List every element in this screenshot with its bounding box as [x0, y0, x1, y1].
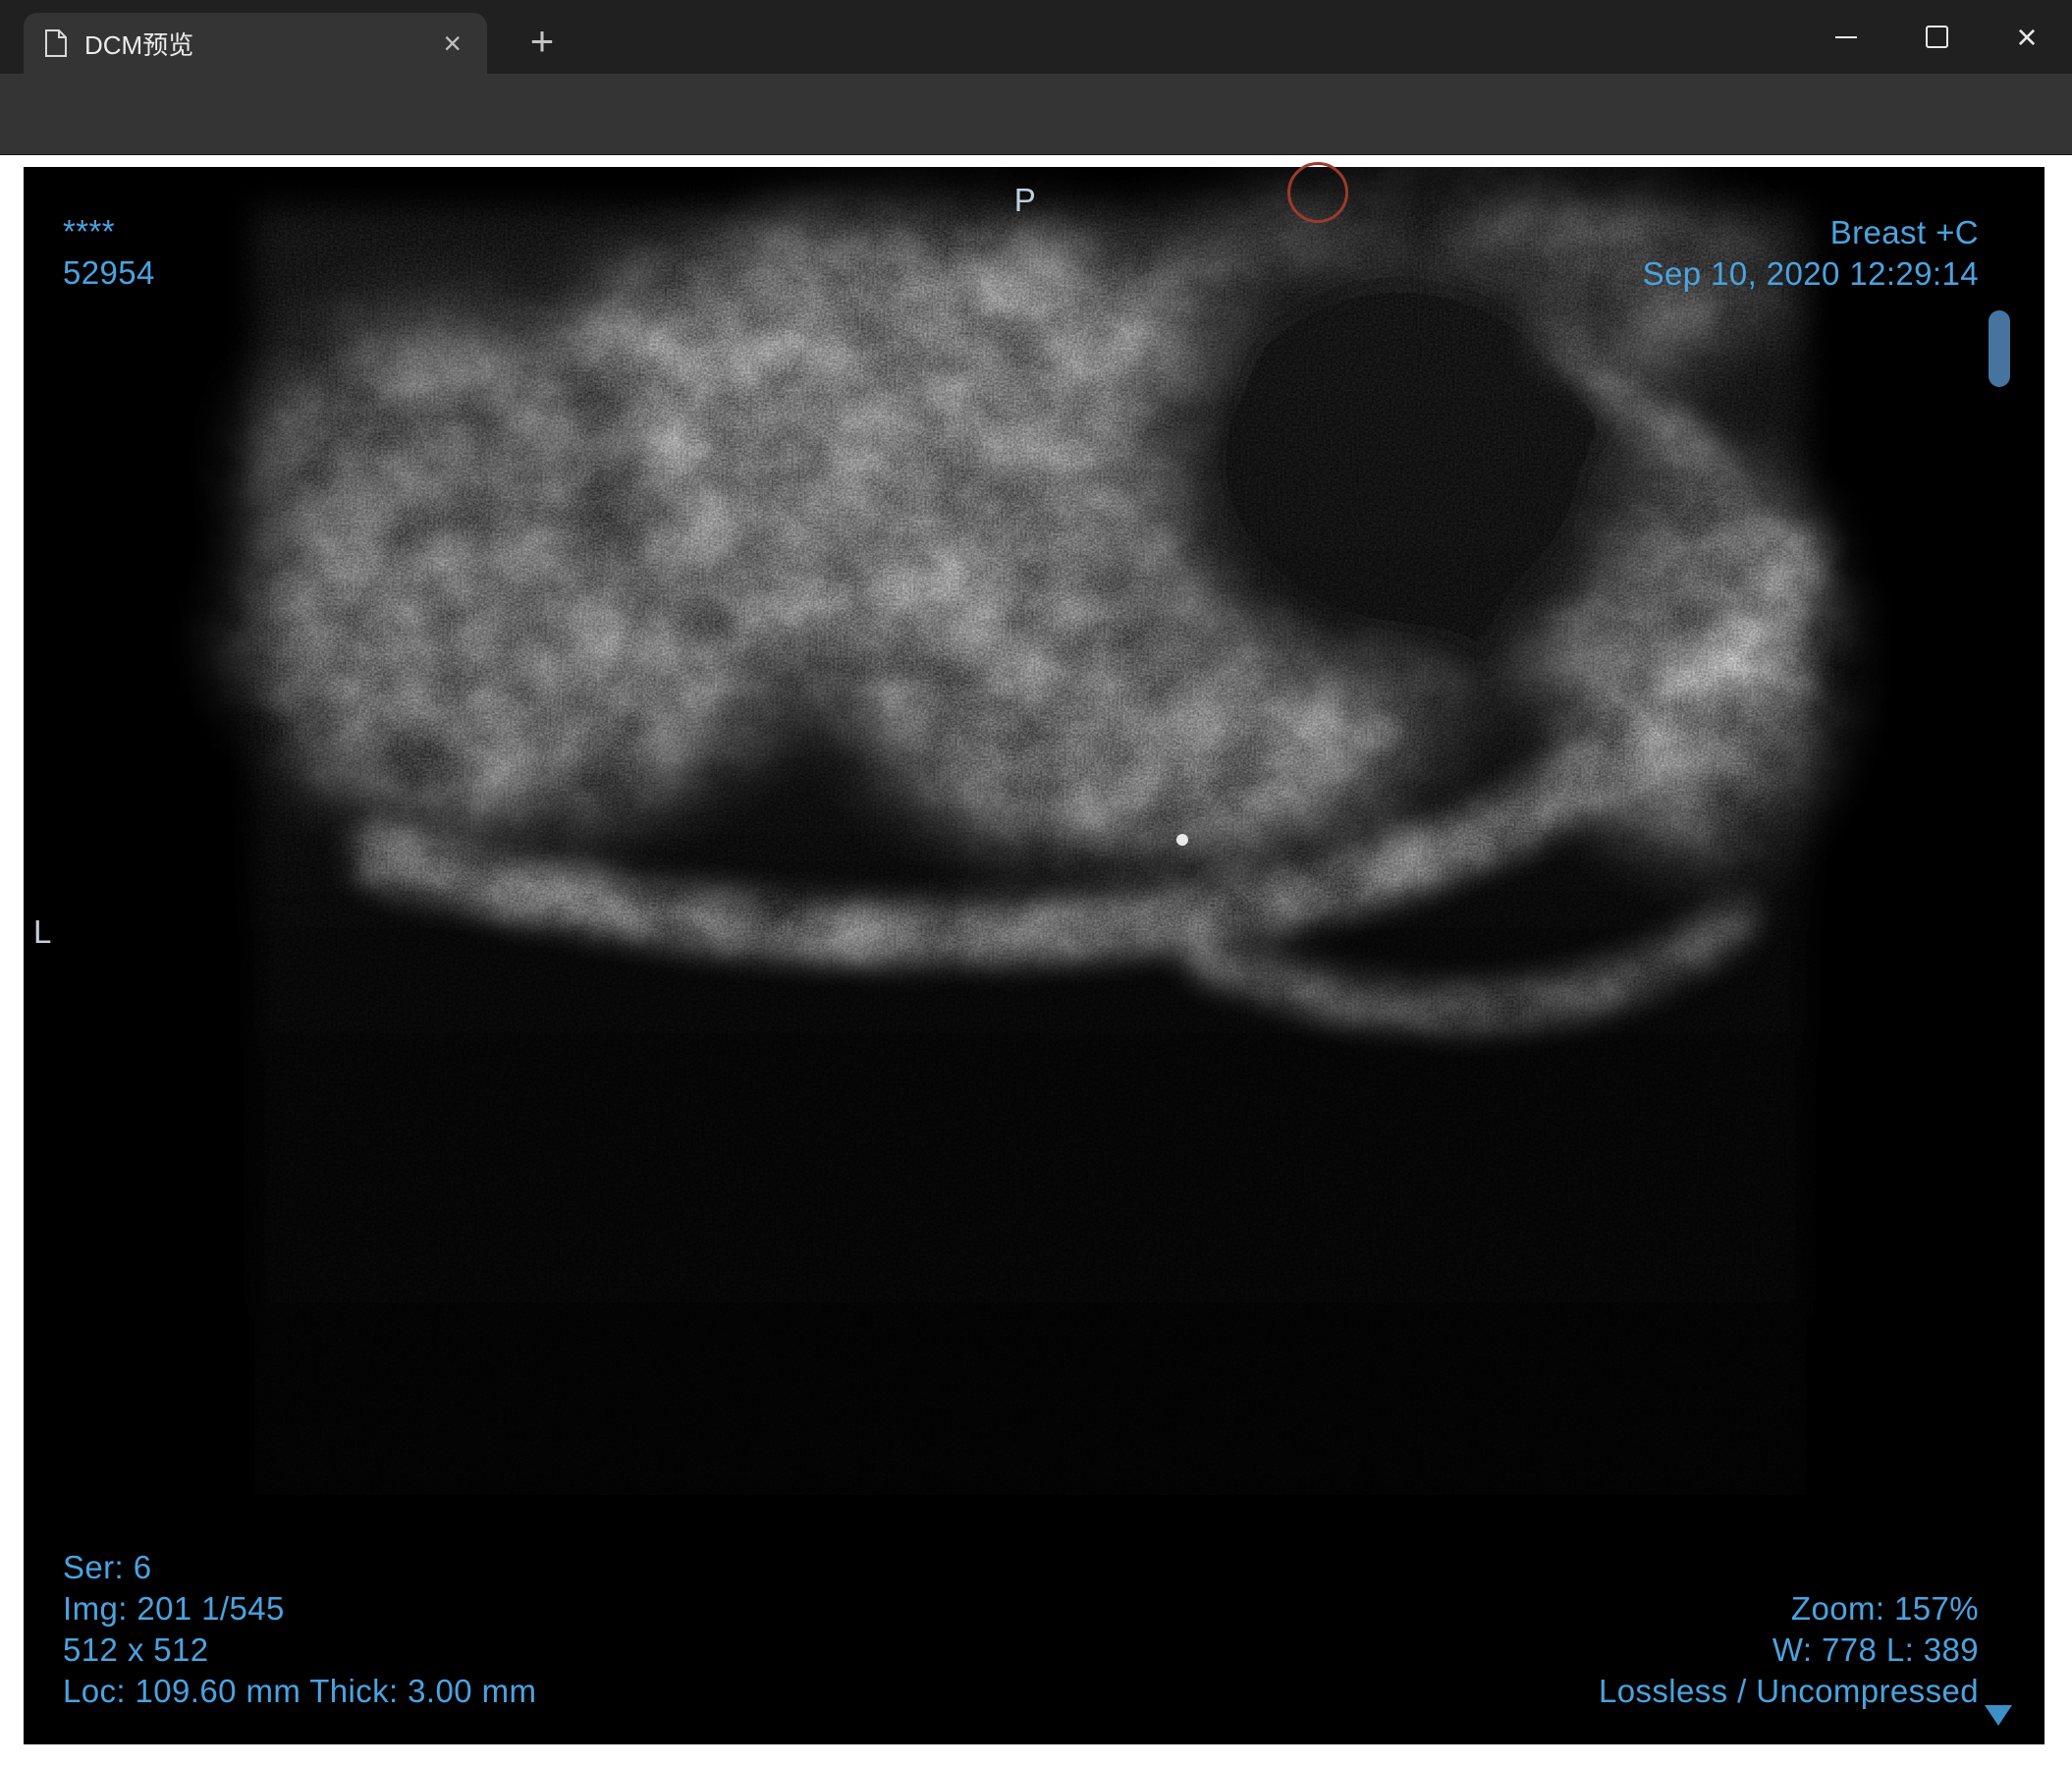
- image-number: Img: 201 1/545: [63, 1590, 285, 1627]
- minimize-icon: [1835, 35, 1857, 38]
- image-matrix: 512 x 512: [63, 1631, 209, 1668]
- document-icon: [45, 29, 67, 57]
- patient-name: ****: [63, 213, 115, 249]
- maximize-icon: [1925, 26, 1948, 48]
- orientation-marker-posterior: P: [1013, 182, 1037, 218]
- mri-scan-image[interactable]: [24, 167, 2045, 1744]
- study-info-overlay: Breast +C Sep 10, 2020 12:29:14: [1643, 212, 1979, 295]
- tab-dcm-preview[interactable]: DCM预览 ×: [24, 13, 487, 74]
- tab-close-icon[interactable]: ×: [437, 28, 467, 59]
- page-content: **** 52954 P L Breast +C Sep 10, 2020 12…: [0, 155, 2072, 1768]
- new-tab-button[interactable]: +: [515, 14, 570, 69]
- maximize-button[interactable]: [1891, 0, 1982, 74]
- orientation-marker-left: L: [33, 913, 52, 950]
- series-info-overlay: Ser: 6 Img: 201 1/545 512 x 512 Loc: 109…: [63, 1547, 536, 1712]
- tab-title: DCM预览: [84, 29, 194, 60]
- patient-id: 52954: [63, 254, 155, 291]
- slice-location: Loc: 109.60 mm Thick: 3.00 mm: [63, 1673, 537, 1709]
- window-level: W: 778 L: 389: [1772, 1631, 1979, 1668]
- zoom-level: Zoom: 157%: [1790, 1590, 1979, 1627]
- window-controls: ×: [1801, 0, 2072, 74]
- patient-info-overlay: **** 52954: [63, 211, 155, 294]
- series-number: Ser: 6: [63, 1549, 152, 1585]
- study-datetime: Sep 10, 2020 12:29:14: [1642, 255, 1979, 292]
- minimize-button[interactable]: [1801, 0, 1891, 74]
- study-description: Breast +C: [1829, 214, 1979, 250]
- close-window-button[interactable]: ×: [1982, 0, 2072, 74]
- annotation-circle: [1287, 162, 1348, 223]
- scroll-down-arrow-icon[interactable]: [1985, 1705, 2012, 1726]
- display-info-overlay: Zoom: 157% W: 778 L: 389 Lossless / Unco…: [1599, 1588, 1979, 1712]
- dicom-viewer[interactable]: **** 52954 P L Breast +C Sep 10, 2020 12…: [24, 167, 2045, 1744]
- compression-info: Lossless / Uncompressed: [1598, 1673, 1979, 1709]
- scrollbar-thumb[interactable]: [1989, 310, 2010, 387]
- navigation-bar: https://file.kkview.cn/onlinePreview?url…: [0, 74, 2072, 216]
- tab-strip: DCM预览 × + ×: [0, 0, 2072, 74]
